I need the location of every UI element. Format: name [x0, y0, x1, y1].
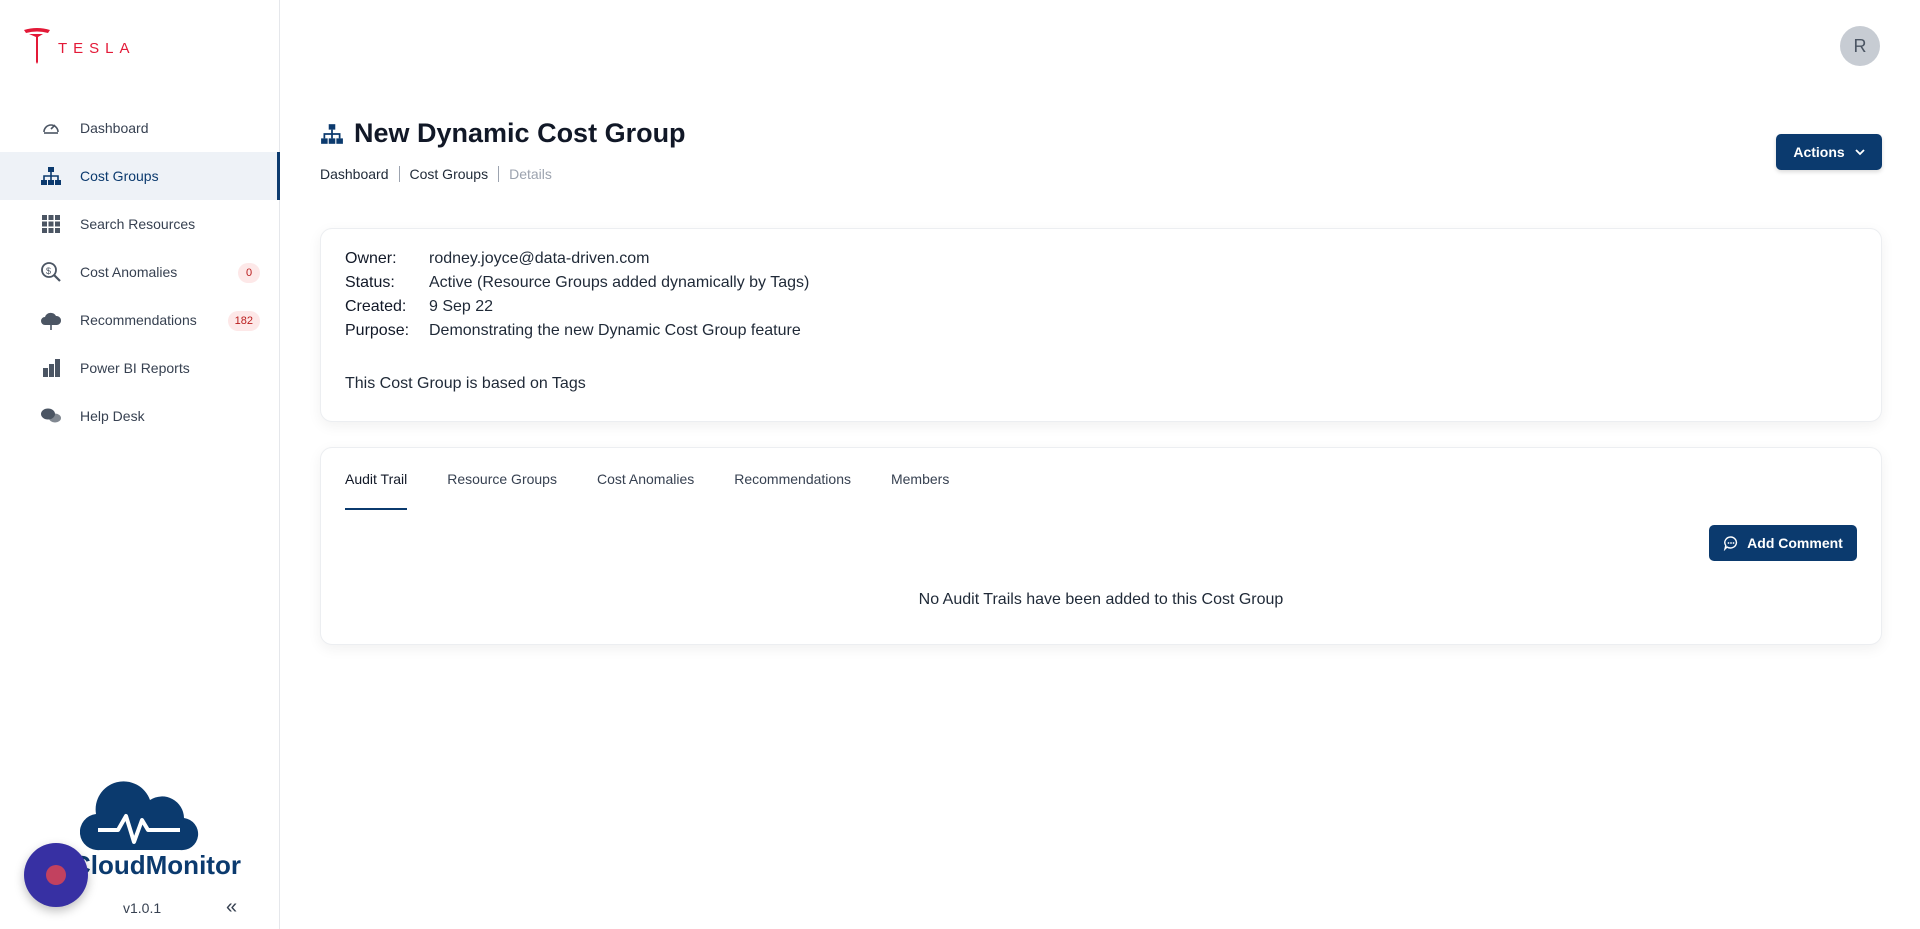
status-label: Status:	[345, 274, 395, 291]
logo-text: TESLA	[58, 40, 136, 57]
sidebar: TESLA Dashboard Cost Groups Search Resou…	[0, 0, 280, 929]
sidebar-item-search-resources[interactable]: Search Resources	[0, 200, 280, 248]
sidebar-item-recommendations[interactable]: Recommendations 182	[0, 296, 280, 344]
purpose-value: Demonstrating the new Dynamic Cost Group…	[429, 322, 801, 339]
cloud-pulse-icon	[80, 781, 199, 851]
tab-cost-anomalies[interactable]: Cost Anomalies	[597, 448, 694, 510]
owner-value: rodney.joyce@data-driven.com	[429, 250, 650, 267]
sidebar-item-label: Cost Groups	[80, 168, 159, 184]
tab-audit-trail[interactable]: Audit Trail	[345, 448, 408, 510]
sidebar-item-label: Dashboard	[80, 120, 149, 136]
cost-group-details-card: Owner: rodney.joyce@data-driven.com Stat…	[320, 228, 1882, 422]
actions-label: Actions	[1793, 144, 1845, 160]
chevron-down-icon	[1855, 148, 1865, 155]
tab-recommendations[interactable]: Recommendations	[734, 448, 851, 510]
breadcrumb-separator	[398, 166, 400, 182]
app-version: v1.0.1	[123, 900, 162, 916]
cost-anomalies-badge: 0	[238, 263, 260, 283]
breadcrumb-cost-groups[interactable]: Cost Groups	[410, 166, 489, 182]
created-row: Created: 9 Sep 22	[345, 295, 1857, 319]
sidebar-item-label: Recommendations	[80, 312, 197, 328]
breadcrumb-separator	[498, 166, 500, 182]
add-comment-label: Add Comment	[1747, 535, 1843, 551]
grid-icon	[40, 213, 62, 235]
tabs-card: Audit Trail Resource Groups Cost Anomali…	[320, 447, 1882, 645]
cost-group-basis: This Cost Group is based on Tags	[345, 375, 586, 392]
sidebar-item-label: Cost Anomalies	[80, 264, 178, 280]
tesla-logo[interactable]: TESLA	[22, 26, 142, 66]
hierarchy-icon	[40, 165, 62, 187]
app-root: TESLA Dashboard Cost Groups Search Resou…	[0, 0, 1920, 929]
breadcrumb-details: Details	[509, 166, 552, 182]
tab-members[interactable]: Members	[891, 448, 949, 510]
status-value: Active (Resource Groups added dynamicall…	[429, 274, 810, 291]
record-dot-icon	[46, 865, 66, 885]
sidebar-item-power-bi-reports[interactable]: Power BI Reports	[0, 344, 280, 392]
tab-resource-groups[interactable]: Resource Groups	[447, 448, 557, 510]
chart-icon	[40, 357, 62, 379]
tab-bar: Audit Trail Resource Groups Cost Anomali…	[345, 448, 949, 510]
actions-button[interactable]: Actions	[1776, 134, 1882, 170]
hierarchy-icon	[320, 122, 344, 146]
owner-label: Owner:	[345, 250, 397, 267]
page-header: New Dynamic Cost Group	[320, 118, 686, 149]
sidebar-item-cost-anomalies[interactable]: $ Cost Anomalies 0	[0, 248, 280, 296]
sidebar-item-label: Search Resources	[80, 216, 196, 232]
tesla-logo-icon: TESLA	[24, 28, 136, 64]
user-avatar[interactable]: R	[1840, 26, 1880, 66]
page-title: New Dynamic Cost Group	[354, 118, 686, 148]
sidebar-item-help-desk[interactable]: Help Desk	[0, 392, 280, 440]
created-value: 9 Sep 22	[429, 298, 494, 315]
app-name: CloudMonitor	[72, 850, 241, 880]
sidebar-item-dashboard[interactable]: Dashboard	[0, 104, 280, 152]
owner-row: Owner: rodney.joyce@data-driven.com	[345, 247, 1857, 271]
chat-icon	[40, 405, 62, 427]
status-row: Status: Active (Resource Groups added dy…	[345, 271, 1857, 295]
sidebar-nav: Dashboard Cost Groups Search Resources $…	[0, 104, 280, 440]
collapse-sidebar-icon[interactable]: «	[226, 896, 237, 919]
sidebar-item-cost-groups[interactable]: Cost Groups	[0, 152, 280, 200]
purpose-row: Purpose: Demonstrating the new Dynamic C…	[345, 319, 1857, 343]
recommendations-badge: 182	[227, 311, 260, 331]
comment-icon	[1723, 536, 1738, 551]
created-label: Created:	[345, 298, 407, 315]
purpose-label: Purpose:	[345, 322, 410, 339]
sidebar-item-label: Power BI Reports	[80, 360, 190, 376]
cloud-icon	[40, 309, 62, 331]
sidebar-item-label: Help Desk	[80, 408, 145, 424]
svg-text:$: $	[46, 266, 51, 276]
gauge-icon	[40, 117, 62, 139]
search-dollar-icon: $	[40, 261, 62, 283]
assistant-button[interactable]	[24, 843, 88, 907]
breadcrumb: Dashboard Cost Groups Details	[320, 166, 552, 182]
add-comment-button[interactable]: Add Comment	[1709, 525, 1857, 561]
breadcrumb-dashboard[interactable]: Dashboard	[320, 166, 389, 182]
empty-state-message: No Audit Trails have been added to this …	[918, 591, 1284, 608]
